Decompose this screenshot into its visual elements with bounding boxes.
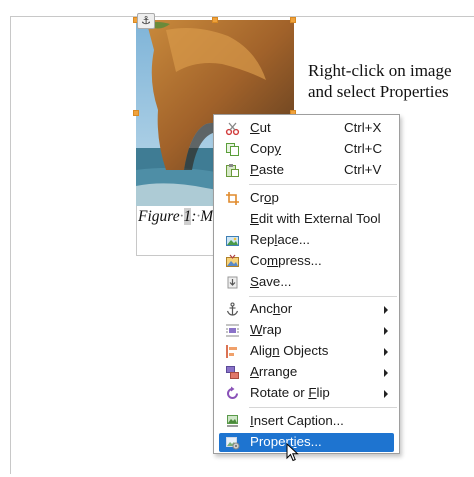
menu-item-label: Arrange [250, 364, 298, 379]
copy-icon [225, 142, 240, 157]
caption-text: M [200, 208, 214, 225]
page-margin-left [10, 16, 11, 474]
menu-item-arrange[interactable]: Arrange [219, 363, 394, 382]
shortcut-label: Ctrl+V [344, 162, 382, 177]
wrap-icon [225, 323, 240, 338]
replace-icon [225, 233, 240, 248]
save-icon [225, 275, 240, 290]
context-menu: Cut Ctrl+X Copy Ctrl+C Paste Ctrl+V Crop [213, 114, 400, 454]
menu-item-label: Insert Caption... [250, 413, 344, 428]
menu-separator [249, 407, 397, 408]
menu-item-anchor[interactable]: Anchor [219, 300, 394, 319]
document-page: ⚓ Figure·1:·M Right-click on image and s… [0, 0, 474, 477]
arrange-icon [225, 365, 240, 380]
mouse-pointer-icon [286, 442, 300, 468]
menu-item-label: Save... [250, 274, 292, 289]
shortcut-label: Ctrl+C [344, 141, 383, 156]
menu-item-label: Anchor [250, 301, 293, 316]
menu-item-align-objects[interactable]: Align Objects [219, 342, 394, 361]
figure-caption: Figure·1:·M [138, 208, 214, 225]
menu-separator [249, 184, 397, 185]
rotate-flip-icon [225, 386, 240, 401]
menu-separator [249, 296, 397, 297]
resize-handle-left[interactable] [133, 110, 139, 116]
menu-item-label: Compress... [250, 253, 322, 268]
menu-item-wrap[interactable]: Wrap [219, 321, 394, 340]
menu-item-edit-external-tool[interactable]: Edit with External Tool [219, 210, 394, 229]
instruction-line-2: and select Properties [308, 82, 449, 101]
menu-item-save[interactable]: Save... [219, 273, 394, 292]
resize-handle-top-right[interactable] [290, 17, 296, 23]
menu-item-label: Edit with External Tool [250, 211, 381, 226]
menu-item-cut[interactable]: Cut Ctrl+X [219, 119, 394, 138]
menu-item-label: Align Objects [250, 343, 329, 358]
instruction-line-1: Right-click on image [308, 61, 452, 80]
submenu-arrow-icon [384, 306, 388, 314]
menu-item-crop[interactable]: Crop [219, 189, 394, 208]
menu-item-label: Wrap [250, 322, 282, 337]
shortcut-label: Ctrl+X [344, 120, 382, 135]
menu-item-copy[interactable]: Copy Ctrl+C [219, 140, 394, 159]
page-margin-top [10, 16, 474, 17]
menu-item-rotate-or-flip[interactable]: Rotate or Flip [219, 384, 394, 403]
instruction-text: Right-click on image and select Properti… [308, 60, 468, 102]
menu-item-insert-caption[interactable]: Insert Caption... [219, 412, 394, 431]
compress-icon [225, 254, 240, 269]
cut-icon [225, 121, 240, 136]
menu-item-label: Crop [250, 190, 279, 205]
menu-item-compress[interactable]: Compress... [219, 252, 394, 271]
menu-item-label: Cut [250, 120, 271, 135]
menu-item-label: Copy [250, 141, 282, 156]
submenu-arrow-icon [384, 390, 388, 398]
submenu-arrow-icon [384, 348, 388, 356]
insert-caption-icon [225, 414, 240, 429]
caption-label: Figure [138, 208, 180, 225]
anchor-icon [225, 302, 240, 317]
resize-handle-top[interactable] [212, 17, 218, 23]
menu-item-paste[interactable]: Paste Ctrl+V [219, 161, 394, 180]
align-objects-icon [225, 344, 240, 359]
anchor-marker-icon[interactable]: ⚓ [137, 13, 155, 29]
menu-item-replace[interactable]: Replace... [219, 231, 394, 250]
menu-item-label: Paste [250, 162, 285, 177]
submenu-arrow-icon [384, 369, 388, 377]
submenu-arrow-icon [384, 327, 388, 335]
properties-icon [225, 435, 240, 450]
paste-icon [225, 163, 240, 178]
crop-icon [225, 191, 240, 206]
menu-item-properties[interactable]: Properties... [219, 433, 394, 452]
menu-item-label: Rotate or Flip [250, 385, 330, 400]
menu-item-label: Replace... [250, 232, 310, 247]
